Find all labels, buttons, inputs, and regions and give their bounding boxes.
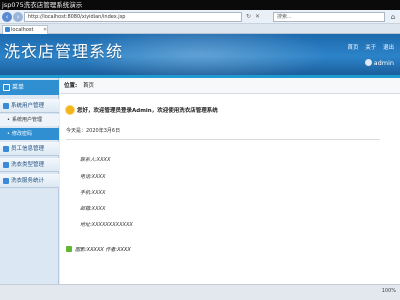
main-content: 您好，欢迎管理员登录Admin，欢迎使用洗衣店管理系统 今天是：2020年3月6… [60, 94, 400, 284]
laundry-icon [3, 162, 9, 168]
tab-close-icon[interactable]: ✕ [43, 26, 47, 34]
refresh-icon[interactable]: ↻ [245, 13, 252, 20]
menu-icon [3, 84, 10, 91]
back-button[interactable]: ‹ [2, 12, 12, 22]
sidebar-title: 菜单 [0, 80, 59, 95]
sun-icon [66, 106, 74, 114]
info-icon [66, 246, 72, 252]
contact-address: 地址:XXXXXXXXXXXX [80, 222, 133, 228]
menu-group-laundry-types[interactable]: 洗衣类型管理 [0, 158, 59, 172]
breadcrumb-current[interactable]: 首页 [83, 83, 94, 89]
staff-icon [3, 146, 9, 152]
stop-icon[interactable]: ✕ [254, 13, 261, 20]
user-name: admin [373, 59, 394, 67]
tab-localhost[interactable]: localhost ✕ [2, 25, 48, 34]
tab-title: localhost [11, 27, 34, 33]
menu-group-staff[interactable]: 员工信息管理 [0, 142, 59, 156]
menu-group-label: 系统用户管理 [11, 103, 45, 109]
sidebar-title-label: 菜单 [12, 84, 25, 91]
home-icon[interactable]: ⌂ [389, 12, 397, 22]
contact-person: 联系人:XXXX [80, 157, 111, 163]
menu-group-label: 洗衣类型管理 [11, 162, 45, 168]
users-icon [3, 103, 9, 109]
search-input[interactable]: 搜索... [273, 12, 385, 22]
address-bar[interactable]: http://localhost:8080/xiyidian/index.jsp [24, 12, 242, 22]
about-link[interactable]: 关于 [365, 45, 376, 51]
menu-item-label: 修改密码 [12, 131, 33, 137]
zoom-level[interactable]: 100% [382, 288, 396, 294]
header-links: 首页 关于 退出 [342, 43, 394, 51]
footer-info-text: 图影:XXXXX 作者:XXXX [75, 247, 131, 253]
app-logo: 洗衣店管理系统 [4, 42, 124, 61]
bullet-icon: • [7, 117, 10, 123]
logout-link[interactable]: 退出 [383, 45, 394, 51]
menu-item-change-password[interactable]: • 修改密码 [0, 128, 59, 140]
today-date: 今天是：2020年3月6日 [66, 128, 121, 134]
menu-item-user-manage[interactable]: • 系统用户管理 [0, 114, 59, 126]
contact-mobile: 手机:XXXX [80, 190, 106, 196]
user-avatar-icon [364, 59, 372, 66]
footer-info: 图影:XXXXX 作者:XXXX [66, 246, 131, 253]
menu-group-service-stats[interactable]: 洗衣服务统计 [0, 174, 59, 188]
welcome-message: 您好，欢迎管理员登录Admin，欢迎使用洗衣店管理系统 [66, 106, 218, 115]
home-link[interactable]: 首页 [347, 45, 358, 51]
breadcrumb: 位置: 首页 [60, 78, 400, 94]
page-favicon-icon [5, 27, 10, 32]
app-header: 洗衣店管理系统 首页 关于 退出 admin [0, 34, 400, 75]
menu-item-label: 系统用户管理 [12, 117, 43, 123]
forward-button[interactable]: › [13, 12, 23, 22]
divider [66, 139, 380, 140]
browser-toolbar: ‹ › http://localhost:8080/xiyidian/index… [0, 10, 400, 24]
menu-group-label: 洗衣服务统计 [11, 178, 45, 184]
sidebar: 菜单 系统用户管理 • 系统用户管理 • 修改密码 员工信息管理 洗衣类型管理 … [0, 78, 59, 284]
bullet-icon: • [7, 131, 10, 137]
status-bar: 100% [0, 284, 400, 300]
tab-bar: localhost ✕ [0, 24, 400, 34]
breadcrumb-label: 位置: [64, 83, 78, 89]
menu-group-users[interactable]: 系统用户管理 [0, 99, 59, 113]
stats-icon [3, 178, 9, 184]
user-info[interactable]: admin [364, 59, 394, 67]
welcome-text: 您好，欢迎管理员登录Admin，欢迎使用洗衣店管理系统 [77, 108, 218, 114]
menu-group-label: 员工信息管理 [11, 146, 45, 152]
contact-email: 邮箱:XXXX [80, 206, 106, 212]
window-title: jsp075洗衣店管理系统演示 [0, 0, 400, 10]
contact-phone: 电话:XXXX [80, 174, 106, 180]
